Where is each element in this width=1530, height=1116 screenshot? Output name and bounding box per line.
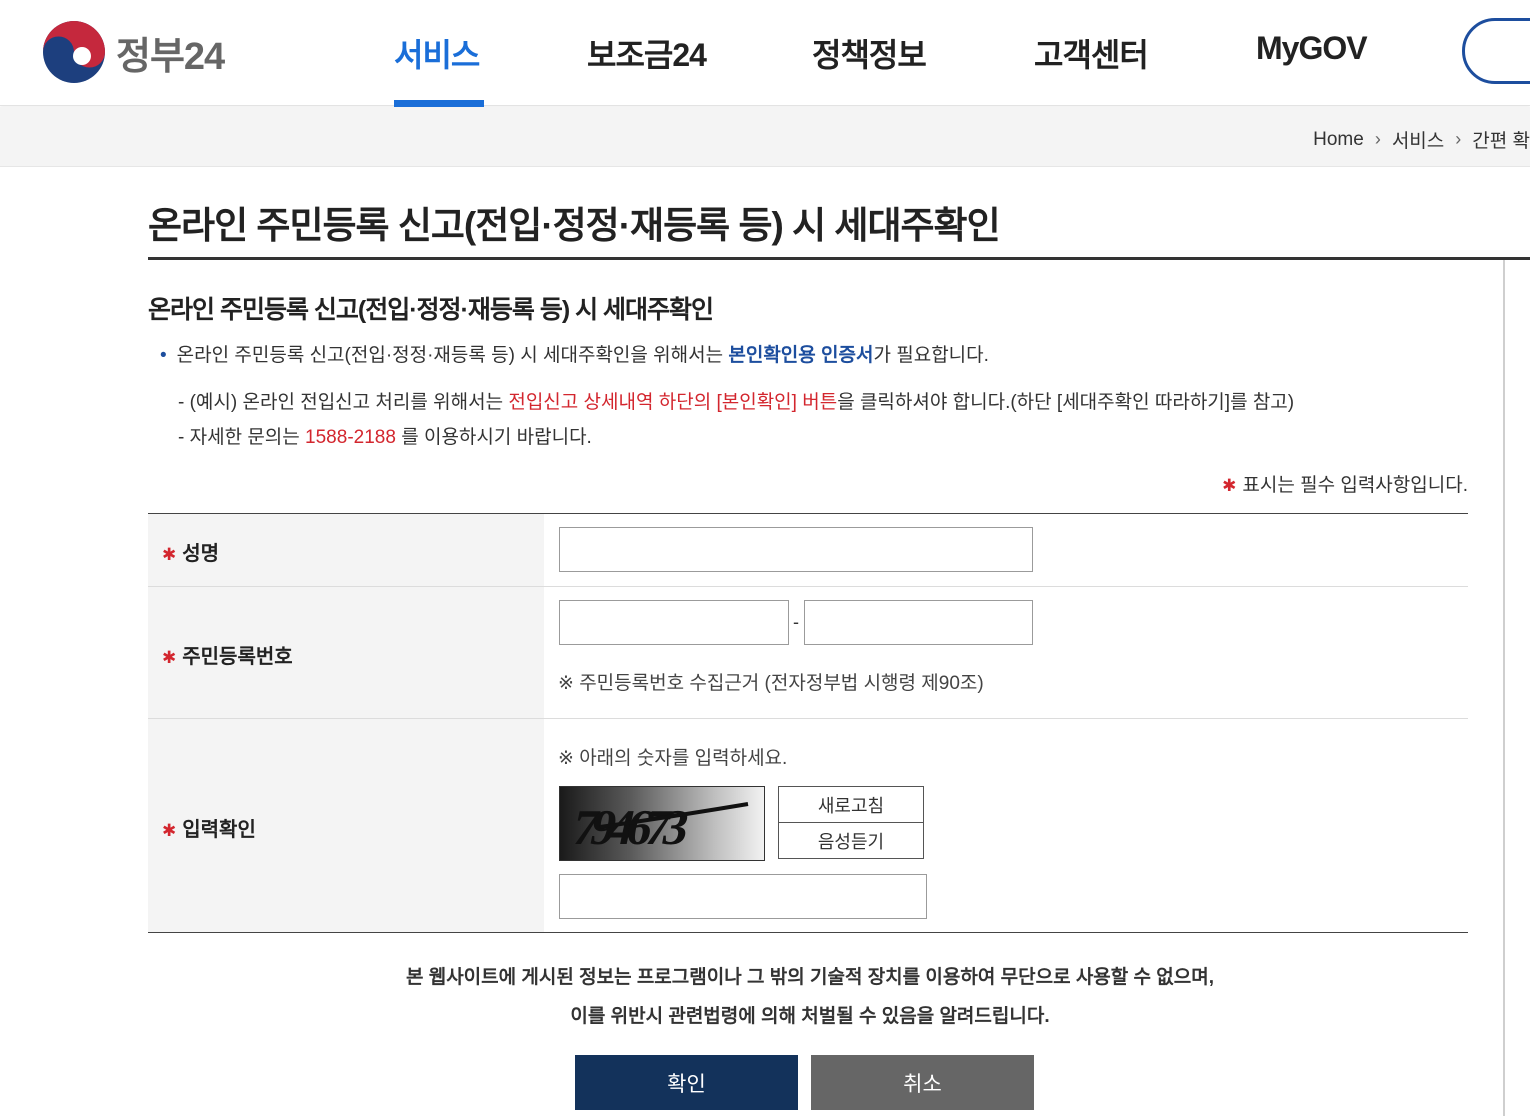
required-note: ✱ 표시는 필수 입력사항입니다. bbox=[1222, 470, 1468, 497]
info-bullet-emphasis: 본인확인용 인증서 bbox=[728, 345, 874, 366]
name-label-text: 성명 bbox=[182, 543, 220, 565]
required-asterisk-icon: ✱ bbox=[162, 821, 177, 840]
captcha-digits: 794673 bbox=[568, 799, 693, 854]
captcha-instruction: ※ 아래의 숫자를 입력하세요. bbox=[558, 748, 788, 769]
nav-item-customer-center[interactable]: 고객센터 bbox=[1034, 30, 1149, 76]
captcha-refresh-button[interactable]: 새로고침 bbox=[778, 786, 924, 823]
info-contact-text: - 자세한 문의는 bbox=[178, 427, 306, 448]
required-asterisk-icon: ✱ bbox=[162, 545, 177, 564]
cancel-button[interactable]: 취소 bbox=[811, 1055, 1034, 1110]
header-search-button[interactable] bbox=[1462, 18, 1530, 84]
breadcrumb-band bbox=[0, 107, 1530, 167]
rrn-back-input[interactable] bbox=[804, 600, 1033, 645]
info-example: - (예시) 온라인 전입신고 처리를 위해서는 전입신고 상세내역 하단의 [… bbox=[178, 387, 1294, 414]
form-row-divider bbox=[148, 718, 1468, 719]
captcha-label: ✱ 입력확인 bbox=[162, 813, 256, 842]
title-divider bbox=[148, 257, 1530, 260]
rrn-label: ✱ 주민등록번호 bbox=[162, 640, 293, 669]
government-taegeuk-icon bbox=[43, 21, 105, 83]
logo-text: 정부24 bbox=[116, 35, 225, 78]
nav-item-mygov[interactable]: MyGOV bbox=[1256, 30, 1368, 67]
info-example-suffix: 을 클릭하셔야 합니다.(하단 [세대주확인 따라하기]를 참고) bbox=[837, 392, 1295, 413]
rrn-separator: - bbox=[793, 612, 799, 632]
info-contact-suffix: 를 이용하시기 바랍니다. bbox=[395, 427, 592, 448]
site-header: 정부24 서비스 보조금24 정책정보 고객센터 MyGOV bbox=[0, 0, 1530, 107]
required-asterisk-icon: ✱ bbox=[162, 648, 177, 667]
confirm-button[interactable]: 확인 bbox=[575, 1055, 798, 1110]
required-asterisk-icon: ✱ bbox=[1222, 476, 1237, 495]
captcha-label-text: 입력확인 bbox=[182, 819, 256, 841]
info-example-text: - (예시) 온라인 전입신고 처리를 위해서는 bbox=[178, 392, 509, 413]
rrn-legal-note: ※ 주민등록번호 수집근거 (전자정부법 시행령 제90조) bbox=[558, 673, 984, 694]
captcha-image: 794673 bbox=[559, 786, 765, 861]
breadcrumb: Home › 서비스 › 간편 확 bbox=[1313, 126, 1530, 153]
rrn-front-input[interactable] bbox=[559, 600, 789, 645]
form-row-divider bbox=[148, 586, 1468, 587]
info-bullet: • 온라인 주민등록 신고(전입·정정·재등록 등) 시 세대주확인을 위해서는 … bbox=[160, 340, 989, 367]
captcha-graphic: 794673 bbox=[568, 799, 749, 855]
legal-notice-line2: 이를 위반시 관련법령에 의해 처벌될 수 있음을 알려드립니다. bbox=[570, 1006, 1050, 1027]
info-bullet-suffix: 가 필요합니다. bbox=[873, 345, 989, 366]
name-input[interactable] bbox=[559, 527, 1033, 572]
nav-item-subsidy[interactable]: 보조금24 bbox=[587, 30, 707, 76]
chevron-right-icon: › bbox=[1374, 129, 1381, 149]
form-top-border bbox=[148, 513, 1468, 514]
bullet-dot-icon: • bbox=[160, 345, 167, 366]
chevron-right-icon: › bbox=[1455, 129, 1462, 149]
breadcrumb-home[interactable]: Home bbox=[1313, 129, 1364, 151]
info-bullet-text: 온라인 주민등록 신고(전입·정정·재등록 등) 시 세대주확인을 위해서는 bbox=[176, 345, 729, 366]
site-logo[interactable]: 정부24 bbox=[42, 20, 225, 84]
info-contact: - 자세한 문의는 1588-2188 를 이용하시기 바랍니다. bbox=[178, 422, 592, 449]
nav-item-service[interactable]: 서비스 bbox=[394, 30, 480, 76]
breadcrumb-service[interactable]: 서비스 bbox=[1392, 126, 1444, 153]
page-title: 온라인 주민등록 신고(전입·정정·재등록 등) 시 세대주확인 bbox=[148, 205, 1001, 246]
section-subtitle: 온라인 주민등록 신고(전입·정정·재등록 등) 시 세대주확인 bbox=[148, 296, 714, 324]
name-label: ✱ 성명 bbox=[162, 537, 219, 566]
contact-phone: 1588-2188 bbox=[305, 427, 396, 448]
captcha-input[interactable] bbox=[559, 874, 927, 919]
captcha-audio-button[interactable]: 음성듣기 bbox=[778, 822, 924, 859]
legal-notice-line1: 본 웹사이트에 게시된 정보는 프로그램이나 그 밖의 기술적 장치를 이용하여… bbox=[405, 967, 1215, 988]
nav-active-indicator bbox=[394, 100, 484, 107]
breadcrumb-current[interactable]: 간편 확 bbox=[1472, 126, 1530, 153]
nav-item-policy[interactable]: 정책정보 bbox=[812, 30, 927, 76]
form-bottom-border bbox=[148, 932, 1468, 933]
info-example-emphasis: 전입신고 상세내역 하단의 [본인확인] 버튼 bbox=[508, 392, 838, 413]
rrn-label-text: 주민등록번호 bbox=[182, 646, 293, 668]
required-note-text: 표시는 필수 입력사항입니다. bbox=[1242, 475, 1468, 496]
